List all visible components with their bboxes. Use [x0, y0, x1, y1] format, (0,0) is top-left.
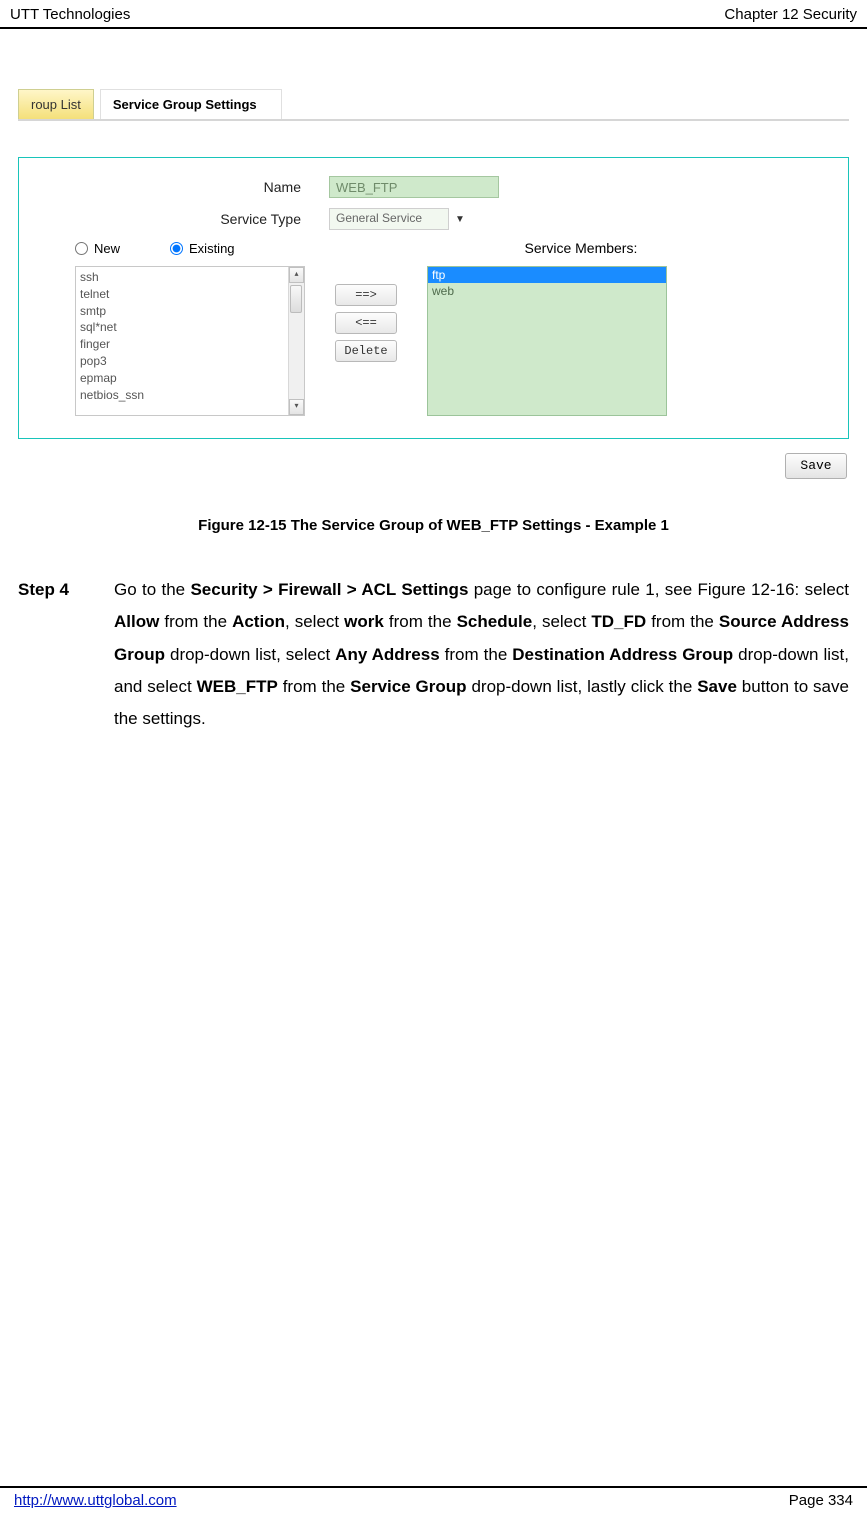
list-item[interactable]: epmap: [80, 370, 300, 387]
list-item[interactable]: sql*net: [80, 319, 300, 336]
bold: work: [344, 612, 384, 631]
bold: Save: [697, 677, 737, 696]
list-item[interactable]: finger: [80, 336, 300, 353]
list-item-selected[interactable]: ftp: [428, 267, 666, 283]
service-type-value: General Service: [329, 208, 449, 230]
radio-existing-label: Existing: [189, 241, 235, 256]
list-item[interactable]: web: [428, 283, 666, 299]
save-row: Save: [18, 453, 849, 479]
radio-existing[interactable]: Existing: [170, 241, 235, 256]
scrollbar[interactable]: ▴ ▾: [288, 267, 304, 415]
radio-new-label: New: [94, 241, 120, 256]
text: drop-down list, select: [165, 645, 335, 664]
settings-panel: Name WEB_FTP Service Type General Servic…: [18, 157, 849, 439]
header-left: UTT Technologies: [10, 6, 130, 23]
bold: Allow: [114, 612, 159, 631]
row-service-type: Service Type General Service ▼: [29, 208, 838, 230]
service-members-label: Service Members:: [525, 240, 638, 256]
text: , select: [285, 612, 344, 631]
save-button[interactable]: Save: [785, 453, 847, 479]
text: from the: [278, 677, 350, 696]
service-type-select[interactable]: General Service ▼: [329, 208, 465, 230]
available-items: ssh telnet smtp sql*net finger pop3 epma…: [76, 267, 304, 405]
list-item[interactable]: netbios_ssn: [80, 387, 300, 404]
bold: Any Address: [335, 645, 440, 664]
text: page to configure rule 1, see Figure 12-…: [468, 580, 849, 599]
text: Go to the: [114, 580, 190, 599]
list-item[interactable]: pop3: [80, 353, 300, 370]
bold: Destination Address Group: [512, 645, 733, 664]
page-body: roup List Service Group Settings Name WE…: [0, 29, 867, 735]
figure-caption: Figure 12-15 The Service Group of WEB_FT…: [18, 517, 849, 534]
list-item[interactable]: smtp: [80, 303, 300, 320]
tab-service-group-settings[interactable]: Service Group Settings: [100, 89, 282, 119]
text: from the: [159, 612, 232, 631]
text: drop-down list, lastly click the: [467, 677, 698, 696]
text: , select: [532, 612, 591, 631]
header-right: Chapter 12 Security: [724, 6, 857, 23]
list-item[interactable]: ssh: [80, 269, 300, 286]
radio-new[interactable]: New: [75, 241, 120, 256]
remove-button[interactable]: <==: [335, 312, 397, 334]
bold: Action: [232, 612, 285, 631]
footer-link[interactable]: http://www.uttglobal.com: [14, 1492, 177, 1509]
chevron-down-icon: ▼: [455, 214, 465, 225]
radio-existing-input[interactable]: [170, 242, 183, 255]
available-listbox[interactable]: ssh telnet smtp sql*net finger pop3 epma…: [75, 266, 305, 416]
bold: Security > Firewall > ACL Settings: [190, 580, 468, 599]
step-label: Step 4: [18, 574, 114, 735]
scroll-down-icon[interactable]: ▾: [289, 399, 304, 415]
list-item[interactable]: telnet: [80, 286, 300, 303]
name-input[interactable]: WEB_FTP: [329, 176, 499, 198]
lists-row: ssh telnet smtp sql*net finger pop3 epma…: [29, 266, 838, 416]
transfer-buttons: ==> <== Delete: [335, 284, 397, 362]
service-type-label: Service Type: [29, 211, 329, 227]
delete-button[interactable]: Delete: [335, 340, 397, 362]
text: from the: [646, 612, 719, 631]
page-header: UTT Technologies Chapter 12 Security: [0, 0, 867, 29]
scroll-up-icon[interactable]: ▴: [289, 267, 304, 283]
step-4: Step 4 Go to the Security > Firewall > A…: [18, 574, 849, 735]
tab-bar: roup List Service Group Settings: [18, 89, 849, 121]
bold: TD_FD: [591, 612, 646, 631]
page-number: Page 334: [789, 1492, 853, 1509]
bold: Schedule: [457, 612, 533, 631]
bold: Service Group: [350, 677, 466, 696]
row-name: Name WEB_FTP: [29, 176, 838, 198]
text: from the: [440, 645, 513, 664]
scroll-thumb[interactable]: [290, 285, 302, 313]
page-footer: http://www.uttglobal.com Page 334: [0, 1486, 867, 1509]
bold: WEB_FTP: [197, 677, 278, 696]
radio-row: New Existing Service Members:: [29, 240, 838, 256]
add-button[interactable]: ==>: [335, 284, 397, 306]
radio-new-input[interactable]: [75, 242, 88, 255]
text: from the: [384, 612, 457, 631]
step-text: Go to the Security > Firewall > ACL Sett…: [114, 574, 849, 735]
name-label: Name: [29, 179, 329, 195]
tab-group-list[interactable]: roup List: [18, 89, 94, 119]
selected-members-listbox[interactable]: ftp web: [427, 266, 667, 416]
